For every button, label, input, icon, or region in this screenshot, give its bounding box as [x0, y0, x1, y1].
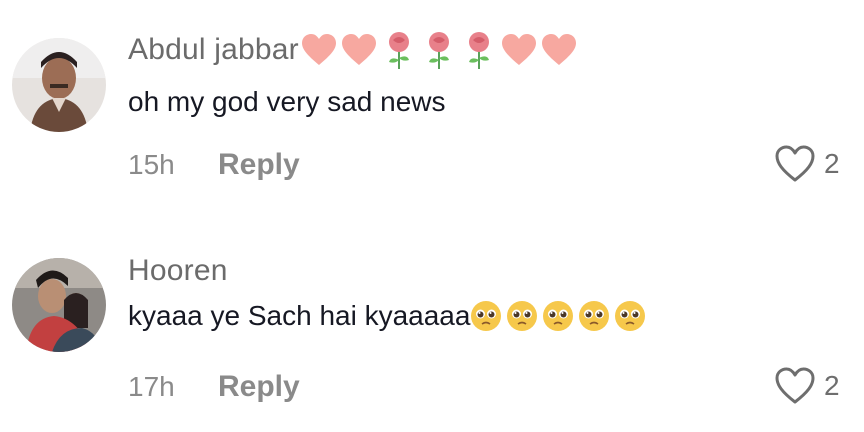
pleading-face-icon	[543, 301, 574, 331]
heart-emoji-icon	[301, 34, 336, 65]
like-button[interactable]: 2	[774, 366, 840, 406]
comment-text: kyaaa ye Sach hai kyaaaaa	[128, 300, 646, 332]
like-count: 2	[824, 370, 840, 401]
comment-item: Hooren kyaaa ye Sach hai kyaaaaa 17h Rep…	[0, 220, 864, 430]
pleading-face-icon	[507, 301, 538, 331]
avatar[interactable]	[12, 38, 106, 132]
pleading-face-icon	[579, 301, 610, 331]
rose-emoji-icon	[468, 32, 489, 69]
heart-emoji-icon	[541, 34, 576, 65]
rose-emoji-icon	[428, 32, 449, 69]
username-text: Hooren	[128, 254, 228, 287]
timestamp: 17h	[128, 371, 175, 402]
pleading-face-icon	[471, 301, 502, 331]
like-count: 2	[824, 148, 840, 179]
heart-emoji-icon	[501, 34, 536, 65]
rose-emoji-icon	[388, 32, 409, 69]
comment-text-content: kyaaa ye Sach hai kyaaaaa	[128, 300, 471, 331]
comment-meta: 17h Reply	[128, 370, 300, 404]
username[interactable]: Hooren	[128, 254, 228, 288]
pleading-face-icon	[615, 301, 646, 331]
like-button[interactable]: 2	[774, 144, 840, 184]
avatar[interactable]	[12, 258, 106, 352]
comment-emoji-row	[470, 300, 646, 332]
heart-outline-icon	[775, 145, 815, 182]
comment-text: oh my god very sad news	[128, 86, 446, 118]
comment-meta: 15h Reply	[128, 148, 300, 182]
username-text: Abdul jabbar	[128, 33, 299, 66]
heart-outline-icon	[775, 367, 815, 404]
heart-emoji-icon	[341, 34, 376, 65]
reply-button[interactable]: Reply	[218, 370, 300, 404]
timestamp: 15h	[128, 149, 175, 180]
comment-text-content: oh my god very sad news	[128, 86, 446, 117]
reply-button[interactable]: Reply	[218, 148, 300, 182]
username[interactable]: Abdul jabbar	[128, 30, 577, 70]
comment-item: Abdul jabbar oh my god very sad news 15h…	[0, 0, 864, 210]
username-emoji-row	[301, 30, 577, 70]
